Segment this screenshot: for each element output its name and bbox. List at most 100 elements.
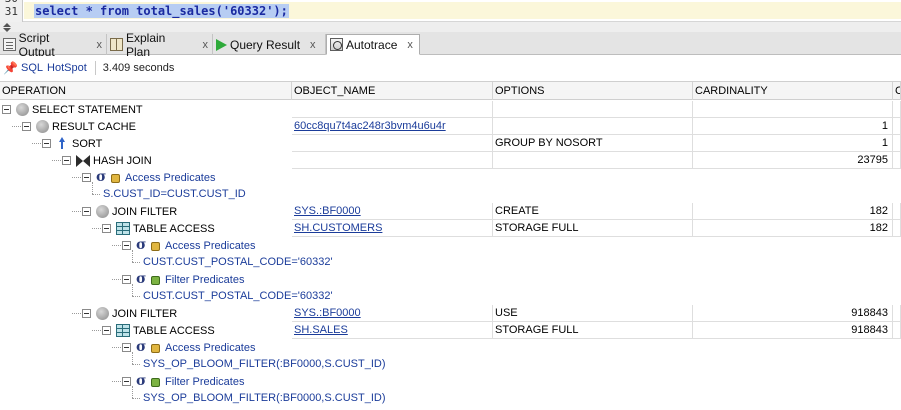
- object-name-cell-value[interactable]: SH.CUSTOMERS: [294, 222, 382, 234]
- column-header-object-name[interactable]: OBJECT_NAME: [292, 82, 493, 100]
- predicate-group[interactable]: σ Filter Predicates: [136, 271, 244, 288]
- operation-cell[interactable]: SORT: [56, 135, 102, 152]
- collapse-toggle-icon[interactable]: [122, 343, 131, 352]
- tab-script-output[interactable]: Script Output x: [0, 31, 107, 59]
- tree-connector: [72, 177, 81, 178]
- table-row[interactable]: RESULT CACHE 60cc8qu7t4ac248r3bvm4u6u4r 1: [0, 118, 901, 135]
- predicate-group[interactable]: σ Access Predicates: [136, 237, 255, 254]
- cost-cell: [893, 322, 901, 339]
- object-name-cell-value[interactable]: SH.SALES: [294, 324, 348, 336]
- predicate-row[interactable]: CUST.CUST_POSTAL_CODE='60332': [0, 250, 901, 271]
- collapse-toggle-icon[interactable]: [42, 139, 51, 148]
- hotspot-button[interactable]: HotSpot: [47, 62, 87, 74]
- collapse-toggle-icon[interactable]: [82, 207, 91, 216]
- operation-cell[interactable]: HASH JOIN: [76, 152, 152, 169]
- cardinality-cell: 182: [693, 203, 893, 220]
- object-name-cell-value[interactable]: 60cc8qu7t4ac248r3bvm4u6u4r: [294, 120, 446, 132]
- table-row[interactable]: HASH JOIN 23795: [0, 152, 901, 169]
- collapse-toggle-icon[interactable]: [62, 156, 71, 165]
- operation-cell[interactable]: JOIN FILTER: [96, 203, 177, 220]
- table-row[interactable]: JOIN FILTER SYS.:BF0000 USE 918843: [0, 305, 901, 322]
- object-name-cell: [292, 101, 493, 118]
- object-name-cell-value[interactable]: SYS.:BF0000: [294, 205, 361, 217]
- table-row[interactable]: JOIN FILTER SYS.:BF0000 CREATE 182: [0, 203, 901, 220]
- object-name-cell[interactable]: SH.SALES: [292, 322, 493, 339]
- tree-connector: [72, 313, 81, 314]
- column-header-options[interactable]: OPTIONS: [493, 82, 693, 100]
- access-predicates-icon: σ: [136, 338, 162, 355]
- column-header-operation[interactable]: OPERATION: [0, 82, 292, 100]
- object-name-cell[interactable]: 60cc8qu7t4ac248r3bvm4u6u4r: [292, 118, 493, 135]
- collapse-toggle-icon[interactable]: [2, 105, 11, 114]
- cardinality-cell-value: 918843: [851, 324, 888, 336]
- object-name-cell-value[interactable]: SYS.:BF0000: [294, 307, 361, 319]
- predicate-group[interactable]: σ Access Predicates: [136, 339, 255, 356]
- column-header-cardinality[interactable]: CARDINALITY: [693, 82, 893, 100]
- predicate-label: Access Predicates: [125, 171, 216, 184]
- sort-icon: [56, 137, 69, 150]
- table-row[interactable]: σ Access Predicates: [0, 339, 901, 356]
- explain-plan-icon: [110, 38, 123, 51]
- elapsed-time: 3.409 seconds: [102, 61, 175, 74]
- predicate-group[interactable]: σ Filter Predicates: [136, 373, 244, 390]
- table-row[interactable]: σ Filter Predicates: [0, 271, 901, 288]
- operation-label: TABLE ACCESS: [133, 324, 215, 337]
- operation-cell[interactable]: TABLE ACCESS: [116, 322, 215, 339]
- predicate-label: Filter Predicates: [165, 273, 245, 286]
- predicate-row[interactable]: SYS_OP_BLOOM_FILTER(:BF0000,S.CUST_ID): [0, 386, 901, 407]
- table-row[interactable]: TABLE ACCESS SH.SALES STORAGE FULL 918843: [0, 322, 901, 339]
- table-row[interactable]: σ Access Predicates: [0, 169, 901, 186]
- collapse-toggle-icon[interactable]: [122, 241, 131, 250]
- sql-button[interactable]: SQL: [21, 62, 43, 74]
- close-icon[interactable]: x: [203, 39, 209, 51]
- close-icon[interactable]: x: [407, 39, 413, 51]
- collapse-toggle-icon[interactable]: [102, 326, 111, 335]
- collapse-toggle-icon[interactable]: [22, 122, 31, 131]
- operation-cell[interactable]: TABLE ACCESS: [116, 220, 215, 237]
- sql-editor[interactable]: 30 31 select * from total_sales('60332')…: [0, 0, 901, 22]
- collapse-toggle-icon[interactable]: [122, 377, 131, 386]
- tab-explain-plan[interactable]: Explain Plan x: [107, 31, 213, 59]
- predicate-group[interactable]: σ Access Predicates: [96, 169, 215, 186]
- pushpin-icon[interactable]: 📌: [3, 61, 18, 75]
- collapse-toggle-icon[interactable]: [102, 224, 111, 233]
- close-icon[interactable]: x: [310, 39, 316, 51]
- table-row[interactable]: σ Access Predicates: [0, 237, 901, 254]
- object-name-cell[interactable]: SYS.:BF0000: [292, 203, 493, 220]
- predicate-text: S.CUST_ID=CUST.CUST_ID: [103, 188, 246, 200]
- key-icon: [111, 173, 120, 183]
- operation-label: TABLE ACCESS: [133, 222, 215, 235]
- collapse-toggle-icon[interactable]: [82, 309, 91, 318]
- selected-sql-text[interactable]: select * from total_sales('60332');: [34, 4, 289, 18]
- predicate-row[interactable]: S.CUST_ID=CUST.CUST_ID: [0, 182, 901, 203]
- tab-query-result[interactable]: Query Result x: [213, 34, 326, 55]
- options-cell-value: CREATE: [495, 205, 539, 217]
- object-name-cell[interactable]: SYS.:BF0000: [292, 305, 493, 322]
- grid-header: OPERATION OBJECT_NAME OPTIONS CARDINALIT…: [0, 81, 901, 100]
- predicate-row[interactable]: CUST.CUST_POSTAL_CODE='60332': [0, 284, 901, 305]
- table-row[interactable]: TABLE ACCESS SH.CUSTOMERS STORAGE FULL 182: [0, 220, 901, 237]
- sigma-glyph: σ: [136, 338, 147, 355]
- table-row[interactable]: σ Filter Predicates: [0, 373, 901, 390]
- table-icon: [116, 222, 130, 235]
- funnel-icon: [151, 275, 160, 285]
- predicate-row[interactable]: SYS_OP_BLOOM_FILTER(:BF0000,S.CUST_ID): [0, 352, 901, 373]
- table-row[interactable]: SORT GROUP BY NOSORT 1: [0, 135, 901, 152]
- close-icon[interactable]: x: [97, 39, 103, 51]
- operation-node-icon: [96, 307, 109, 320]
- operation-cell[interactable]: RESULT CACHE: [36, 118, 136, 135]
- options-cell: USE: [493, 305, 693, 322]
- tab-autotrace[interactable]: Autotrace x: [326, 34, 420, 55]
- operation-cell[interactable]: SELECT STATEMENT: [16, 101, 143, 118]
- current-line-highlight[interactable]: select * from total_sales('60332');: [24, 2, 901, 19]
- predicate-text: CUST.CUST_POSTAL_CODE='60332': [143, 256, 333, 268]
- expand-up-icon[interactable]: [3, 23, 11, 27]
- collapse-toggle-icon[interactable]: [122, 275, 131, 284]
- tree-connector: [112, 279, 121, 280]
- tree-connector: [92, 330, 101, 331]
- object-name-cell[interactable]: SH.CUSTOMERS: [292, 220, 493, 237]
- column-header-cost[interactable]: C: [893, 82, 901, 100]
- operation-cell[interactable]: JOIN FILTER: [96, 305, 177, 322]
- collapse-toggle-icon[interactable]: [82, 173, 91, 182]
- table-row[interactable]: SELECT STATEMENT: [0, 101, 901, 118]
